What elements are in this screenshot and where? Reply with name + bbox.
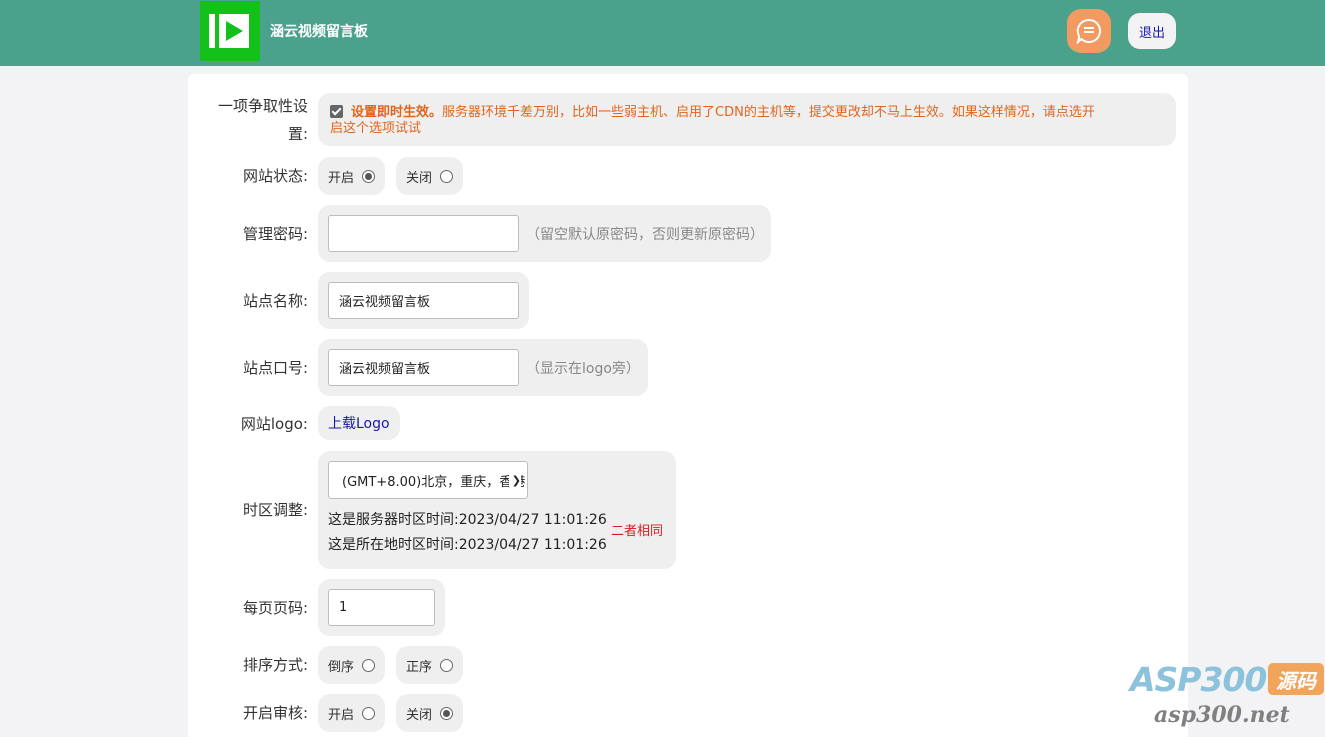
admin-password-label: 管理密码:: [242, 225, 308, 243]
sort-asc-radio[interactable]: [440, 658, 454, 672]
site-status-open-radio[interactable]: [362, 169, 376, 183]
sort-desc-option[interactable]: 倒序: [318, 646, 386, 684]
local-time-label: 这是所在地时区时间:: [328, 537, 459, 553]
site-title: 涵云视频留言板: [270, 24, 368, 40]
timezone-select[interactable]: (GMT+8.00)北京，重庆，香港 ❯: [328, 461, 528, 499]
instant-setting-desc-line2: 启这个选项试试: [330, 121, 422, 136]
site-logo-label: 网站logo:: [240, 415, 308, 433]
site-slogan-hint: （显示在logo旁）: [526, 361, 640, 377]
time-same-note: 二者相同: [611, 524, 664, 539]
timezone-group: (GMT+8.00)北京，重庆，香港 ❯ 这是服务器时区时间:2023/04/2…: [318, 451, 676, 569]
chat-bubble-icon: [1076, 18, 1101, 44]
watermark: ASP300 源码 asp300.net: [1128, 658, 1325, 737]
review-close-text: 关闭: [406, 707, 433, 723]
server-time-label: 这是服务器时区时间:: [328, 512, 459, 528]
sort-desc-radio[interactable]: [362, 658, 376, 672]
instant-setting-label-line2: 置:: [287, 125, 308, 143]
review-label: 开启审核:: [242, 704, 308, 722]
timezone-label: 时区调整:: [242, 501, 308, 519]
admin-password-group: （留空默认原密码，否则更新原密码）: [318, 205, 771, 262]
review-close-option[interactable]: 关闭: [396, 694, 464, 732]
page-size-input[interactable]: 1: [328, 589, 435, 626]
site-status-open-option[interactable]: 开启: [318, 157, 386, 195]
server-time-value: 2023/04/27 11:01:26: [458, 512, 607, 528]
site-status-close-option[interactable]: 关闭: [396, 157, 464, 195]
watermark-brand: ASP300: [1130, 660, 1267, 699]
site-slogan-group: 涵云视频留言板 （显示在logo旁）: [318, 339, 648, 396]
review-open-option[interactable]: 开启: [318, 694, 386, 732]
top-navbar: 涵云视频留言板 退出: [0, 0, 1325, 66]
page-size-label: 每页页码:: [242, 599, 308, 617]
play-logo-icon: [209, 14, 249, 48]
chat-button[interactable]: [1067, 9, 1111, 53]
instant-setting-checkbox[interactable]: [330, 105, 343, 118]
site-name-group: 涵云视频留言板: [318, 272, 529, 329]
site-slogan-input[interactable]: 涵云视频留言板: [328, 349, 519, 386]
admin-password-hint: （留空默认原密码，否则更新原密码）: [526, 227, 764, 243]
instant-setting-label-line1: 一项争取性设: [217, 97, 308, 115]
site-status-close-radio[interactable]: [440, 169, 454, 183]
review-open-text: 开启: [328, 707, 355, 723]
watermark-url: asp300.net: [1154, 702, 1290, 728]
review-open-radio[interactable]: [362, 706, 376, 720]
sort-order-label: 排序方式:: [242, 656, 308, 674]
instant-setting-bold: 设置即时生效。: [351, 105, 443, 120]
admin-password-input[interactable]: [328, 215, 519, 252]
instant-setting-label: 一项争取性设 置:: [218, 92, 308, 148]
site-status-open-text: 开启: [328, 170, 355, 186]
sort-asc-text: 正序: [406, 659, 433, 675]
site-slogan-label: 站点口号:: [242, 359, 308, 377]
review-close-radio[interactable]: [440, 706, 454, 720]
site-status-label: 网站状态:: [242, 167, 308, 185]
site-status-close-text: 关闭: [406, 170, 433, 186]
site-name-input[interactable]: 涵云视频留言板: [328, 282, 519, 319]
chevron-down-icon: ❯: [508, 474, 521, 487]
watermark-tag: 源码: [1268, 663, 1324, 695]
timezone-select-value: (GMT+8.00)北京，重庆，香港: [342, 474, 526, 490]
sort-desc-text: 倒序: [328, 659, 355, 675]
instant-setting-group: 设置即时生效。服务器环境千差万别，比如一些弱主机、启用了CDN的主机等，提交更改…: [318, 93, 1176, 146]
site-logo[interactable]: [200, 1, 260, 61]
upload-logo-link[interactable]: 上载Logo: [318, 406, 400, 440]
site-name-label: 站点名称:: [242, 292, 308, 310]
instant-setting-desc-line1: 服务器环境千差万别，比如一些弱主机、启用了CDN的主机等，提交更改却不马上生效。…: [442, 105, 1095, 120]
local-time-value: 2023/04/27 11:01:26: [458, 537, 607, 553]
logout-button[interactable]: 退出: [1128, 13, 1176, 49]
page-size-group: 1: [318, 579, 445, 636]
sort-asc-option[interactable]: 正序: [396, 646, 464, 684]
